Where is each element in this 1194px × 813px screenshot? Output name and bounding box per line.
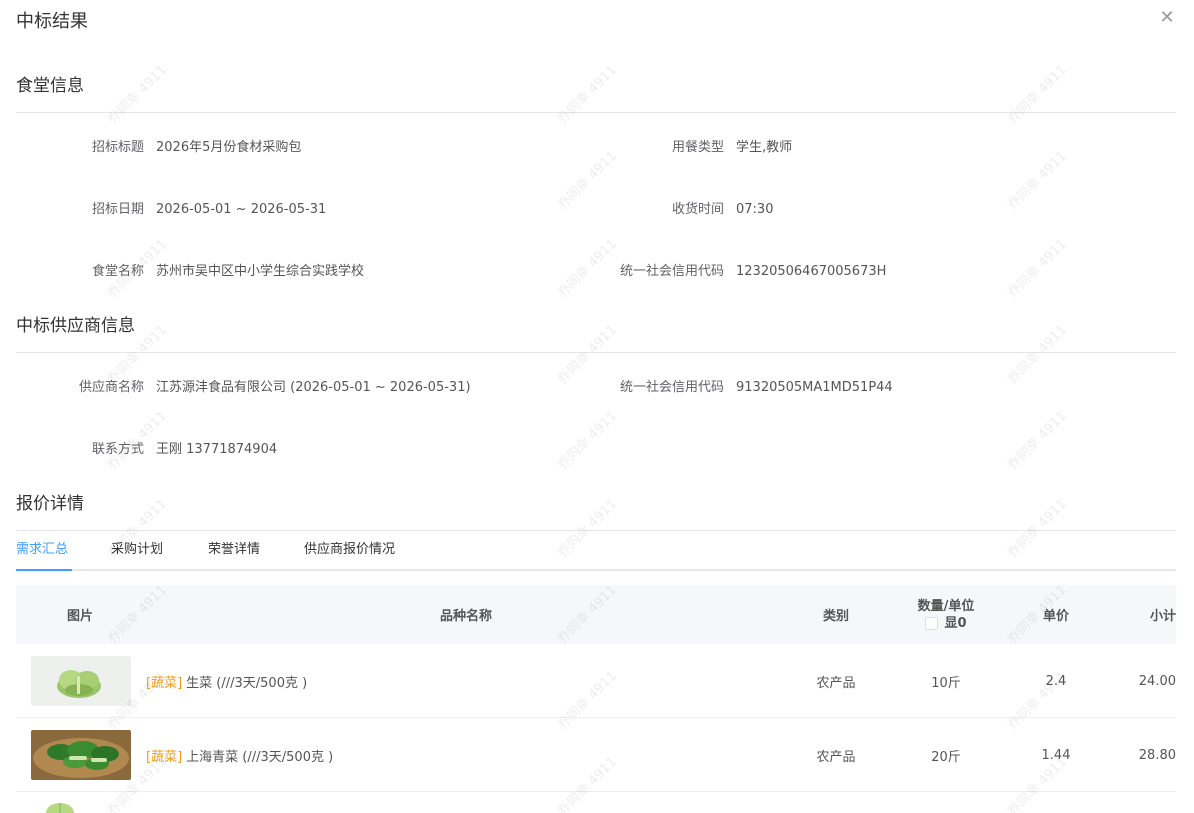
product-quantity: 10斤 <box>931 675 961 691</box>
canteen-divider <box>16 112 1176 113</box>
dialog-title: 中标结果 <box>16 11 88 32</box>
watermark: 乔同幸 4911 <box>1005 236 1070 302</box>
quote-tabs: 需求汇总 采购计划 荣誉详情 供应商报价情况 <box>16 530 1176 571</box>
quote-section-title: 报价详情 <box>16 494 84 514</box>
bid-title-value: 2026年5月份食材采购包 <box>156 140 302 155</box>
supplier-credit-code-value: 91320505MA1MD51P44 <box>736 380 893 395</box>
category-tag: [蔬菜] <box>146 675 183 691</box>
canteen-section-title: 食堂信息 <box>16 76 84 96</box>
product-name-cell: [蔬菜] 生菜 (///3天/500克 ) <box>146 644 788 718</box>
watermark: 乔同幸 4911 <box>1005 62 1070 128</box>
supplier-divider <box>16 352 1176 353</box>
supplier-name-label: 供应商名称 <box>78 380 144 395</box>
watermark: 乔同幸 4911 <box>1005 148 1070 214</box>
tab-demand-summary[interactable]: 需求汇总 <box>16 530 72 571</box>
canteen-credit-code-value: 12320506467005673H <box>736 264 887 279</box>
table-row: [蔬菜] 上海青菜 (///3天/500克 ) 农产品 20斤 1.44 28.… <box>16 718 1176 792</box>
header-price: 单价 <box>1042 609 1069 624</box>
lettuce-image <box>31 656 131 706</box>
watermark: 乔同幸 4911 <box>105 62 170 128</box>
bok-choy-image <box>31 730 131 780</box>
supplier-credit-code-label: 统一社会信用代码 <box>619 380 724 395</box>
product-name-cell: [蔬菜] 上海青菜 (///3天/500克 ) <box>146 718 788 792</box>
bid-date-label: 招标日期 <box>91 202 144 217</box>
header-name: 品种名称 <box>439 609 492 624</box>
meal-type-label: 用餐类型 <box>671 140 724 155</box>
close-icon[interactable]: ✕ <box>1156 6 1178 28</box>
product-price: 2.4 <box>1045 673 1067 689</box>
header-subtotal: 小计 <box>1149 609 1176 624</box>
canteen-name-label: 食堂名称 <box>91 264 144 279</box>
bid-date-value: 2026-05-01 ~ 2026-05-31 <box>156 202 327 217</box>
partial-product-image <box>30 801 90 813</box>
contact-value: 王刚 13771874904 <box>156 442 278 457</box>
product-subtotal: 24.00 <box>1138 673 1176 689</box>
product-name: 上海青菜 (///3天/500克 ) <box>186 749 334 765</box>
product-category: 农产品 <box>816 749 856 765</box>
canteen-name-value: 苏州市吴中区中小学生综合实践学校 <box>156 264 365 279</box>
product-subtotal: 28.80 <box>1138 747 1176 763</box>
watermark: 乔同幸 4911 <box>555 62 620 128</box>
header-category: 类别 <box>822 609 849 624</box>
tab-supplier-quotes[interactable]: 供应商报价情况 <box>304 530 395 571</box>
bid-title-label: 招标标题 <box>91 140 144 155</box>
product-quantity: 20斤 <box>931 749 961 765</box>
product-name: 生菜 (///3天/500克 ) <box>186 675 308 691</box>
supplier-section-title: 中标供应商信息 <box>16 316 135 336</box>
header-quantity-label: 数量/单位 <box>917 598 975 614</box>
tab-purchase-plan[interactable]: 采购计划 <box>111 530 163 571</box>
header-image: 图片 <box>66 609 93 624</box>
show-zero-toggle: 显0 <box>925 615 967 632</box>
canteen-credit-code-label: 统一社会信用代码 <box>619 264 724 279</box>
receive-time-value: 07:30 <box>736 202 774 217</box>
header-quantity: 数量/单位 显0 <box>884 585 1008 644</box>
watermark: 乔同幸 4911 <box>1005 408 1070 474</box>
watermark: 乔同幸 4911 <box>555 408 620 474</box>
category-tag: [蔬菜] <box>146 749 183 765</box>
table-row: [蔬菜] 生菜 (///3天/500克 ) 农产品 10斤 2.4 24.00 <box>16 644 1176 718</box>
show-zero-checkbox[interactable] <box>925 616 939 630</box>
supplier-name-value: 江苏源沣食品有限公司 (2026-05-01 ~ 2026-05-31) <box>156 380 471 395</box>
contact-label: 联系方式 <box>91 442 144 457</box>
watermark: 乔同幸 4911 <box>1005 322 1070 388</box>
meal-type-value: 学生,教师 <box>736 140 793 155</box>
table-header: 图片 品种名称 类别 数量/单位 显0 单价 小计 <box>16 585 1176 644</box>
receive-time-label: 收货时间 <box>671 202 724 217</box>
product-image-cell <box>31 718 144 792</box>
tab-honor-details[interactable]: 荣誉详情 <box>208 530 260 571</box>
product-image-cell <box>31 644 144 718</box>
show-zero-label: 显0 <box>944 615 967 631</box>
product-price: 1.44 <box>1041 747 1071 763</box>
product-category: 农产品 <box>816 675 856 691</box>
